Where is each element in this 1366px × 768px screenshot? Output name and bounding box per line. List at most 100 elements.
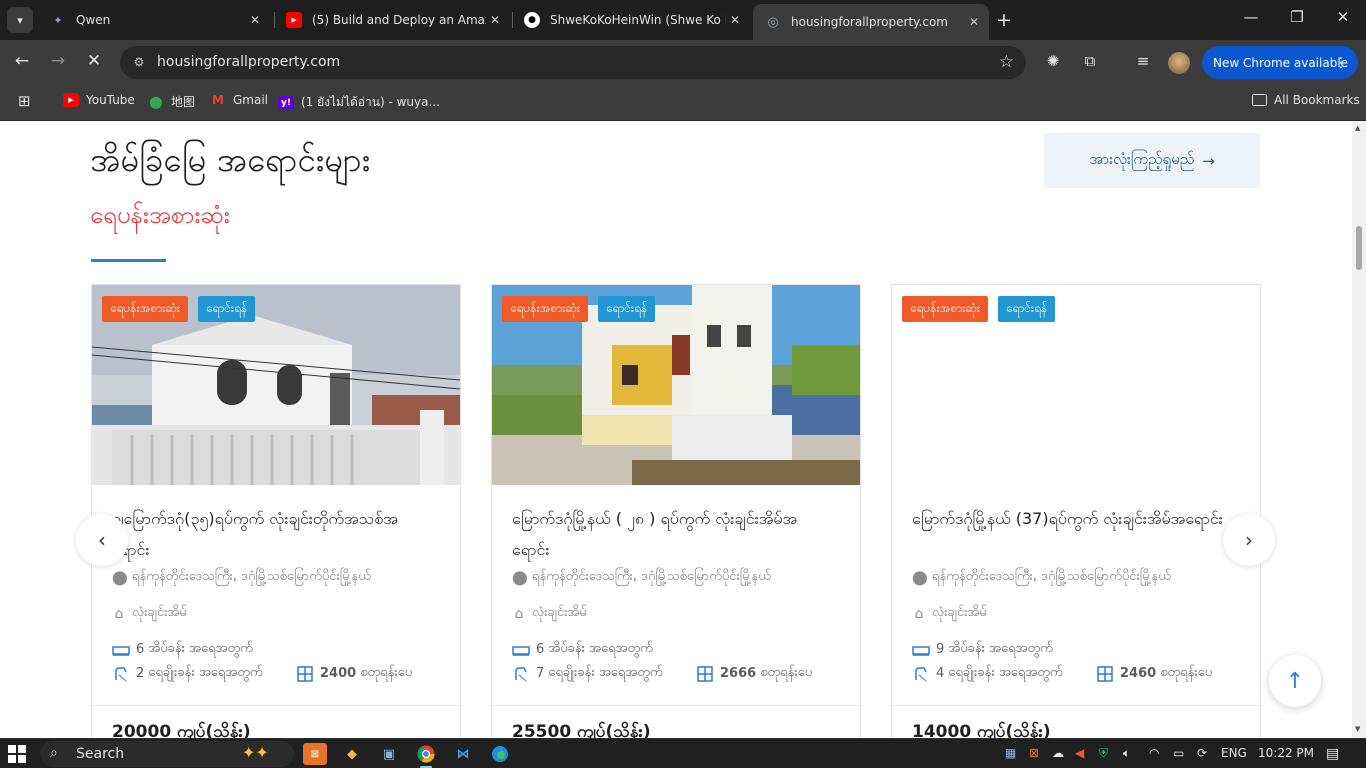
listing-card[interactable]: ရေပန်းအစားဆုံး ရောင်းရန် ချမြောက်ဒဂုံ(၃၅…	[91, 284, 461, 738]
popular-badge[interactable]: ရေပန်းအစားဆုံး	[102, 296, 188, 322]
location-text: ရန်ကုန်တိုင်းဒေသကြီး, ဒဂုံမြို့သစ်မြောက်…	[132, 569, 371, 584]
minimize-button[interactable]: —	[1228, 8, 1274, 26]
page-scrollbar[interactable]: ▲ ▼	[1352, 121, 1366, 738]
bathroom-label: ရေချိုးခန်း အရေအတွက်	[148, 665, 263, 680]
popular-badge[interactable]: ရေပန်းအစားဆုံး	[502, 296, 588, 322]
location-text: ရန်ကုန်တိုင်းဒေသကြီး, ဒဂုံမြို့သစ်မြောက်…	[932, 569, 1171, 584]
area-value: 2666	[720, 666, 757, 681]
apps-grid-icon[interactable]: ⊞	[18, 92, 31, 110]
address-bar[interactable]: ⚙ housingforallproperty.com ☆	[120, 46, 1026, 79]
language-indicator[interactable]: ENG	[1221, 746, 1247, 760]
vscode-icon[interactable]: ⋈	[451, 743, 475, 765]
taskbar-search[interactable]: ⌕ Search ✦✦	[40, 741, 294, 767]
scroll-up-arrow-icon[interactable]: ▲	[1355, 124, 1360, 132]
notification-icon[interactable]: ▤	[1326, 746, 1339, 762]
bookmark-maps[interactable]: ⬤ 地图	[148, 93, 195, 110]
tab-youtube[interactable]: ▶ (5) Build and Deploy an Amazin ✕	[274, 4, 510, 36]
area-feature: 2460 စတုရန်းပေ	[1096, 664, 1212, 683]
listing-title[interactable]: ချမြောက်ဒဂုံ(၃၅)ရပ်ကွက် လုံးချင်းတိုက်အသ…	[112, 503, 432, 565]
stop-loading-button[interactable]: ✕	[82, 51, 106, 71]
wifi-icon[interactable]: ◠	[1149, 746, 1159, 760]
tray-app-icon[interactable]: ⊠	[1029, 746, 1039, 760]
bedroom-label: အိပ်ခန်း အရေအတွက်	[548, 641, 653, 656]
close-tab-icon[interactable]: ✕	[486, 13, 504, 27]
restore-button[interactable]: ❐	[1274, 8, 1320, 26]
menu-dots-icon[interactable]: ⋮	[1334, 55, 1348, 71]
tray-app-icon[interactable]: ▦	[1005, 746, 1016, 760]
area-value: 2400	[320, 666, 357, 681]
carousel-next-button[interactable]: ›	[1223, 514, 1275, 566]
security-shield-icon[interactable]: ⛨	[1099, 746, 1108, 761]
bathrooms-feature: 4 ရေချိုးခန်း အရေအတွက်	[912, 664, 1063, 683]
media-control-icon[interactable]: ≡	[1132, 52, 1154, 70]
listing-title[interactable]: မြောက်ဒဂုံမြို့နယ် ( ၂၈ ) ရပ်ကွက် လုံးချ…	[512, 503, 832, 565]
all-bookmarks-button[interactable]: All Bookmarks	[1252, 93, 1360, 107]
close-tab-icon[interactable]: ✕	[965, 15, 983, 29]
listing-photo[interactable]: ရေပန်းအစားဆုံး ရောင်းရန်	[92, 285, 460, 485]
bookmark-label: 地图	[171, 95, 196, 109]
bathrooms-feature: 2 ရေချိုးခန်း အရေအတွက်	[112, 664, 263, 683]
for-sale-badge[interactable]: ရောင်းရန်	[197, 296, 256, 322]
onedrive-icon[interactable]: ☁	[1052, 746, 1064, 760]
extension-icon[interactable]: ✺	[1042, 52, 1064, 70]
refresh-icon[interactable]: ⟳	[1197, 746, 1207, 760]
url-text[interactable]: housingforallproperty.com	[157, 54, 340, 70]
extensions-puzzle-icon[interactable]: ⧉	[1079, 52, 1101, 70]
bookmarks-bar: ⊞ ▶ YouTube ⬤ 地图 M Gmail y! (1 ยังไม่ได้…	[0, 85, 1366, 121]
listing-title[interactable]: မြောက်ဒဂုံမြို့နယ် (37)ရပ်ကွက် လုံးချင်း…	[912, 503, 1232, 534]
edge-icon[interactable]	[488, 743, 512, 765]
listing-card[interactable]: ရေပန်းအစားဆုံး ရောင်းရန် မြောက်ဒဂုံမြို့…	[491, 284, 861, 738]
bed-icon	[112, 643, 130, 657]
listing-card[interactable]: ရေပန်းအစားဆုံး ရောင်းရန် မြောက်ဒဂုံမြို့…	[891, 284, 1261, 738]
desktop-app-icon[interactable]: ▣	[377, 743, 401, 765]
bookmark-gmail[interactable]: M Gmail	[210, 93, 268, 107]
listing-photo[interactable]: ရေပန်းအစားဆုံး ရောင်းရန်	[492, 285, 860, 485]
bookmark-star-icon[interactable]: ☆	[999, 52, 1014, 72]
listing-price: 20000 ကျပ်(သိန်း)	[112, 722, 251, 738]
for-sale-badge[interactable]: ရောင်းရန်	[597, 296, 656, 322]
forward-button[interactable]: →	[46, 51, 70, 71]
volume-icon[interactable]: 🔈︎	[1123, 746, 1130, 761]
browser-toolbar: ← → ✕ ⚙ housingforallproperty.com ☆ ✺ ⧉ …	[0, 40, 1366, 85]
new-tab-button[interactable]: +	[996, 9, 1012, 31]
app-icon-1[interactable]: ⊠	[303, 743, 327, 765]
home-icon: ⌂	[114, 605, 124, 622]
youtube-icon: ▶	[286, 12, 302, 28]
battery-icon[interactable]: ▭	[1173, 746, 1184, 760]
floorplan-icon	[1096, 665, 1114, 682]
bookmark-yahoo[interactable]: y! (1 ยังไม่ได้อ่าน) - wuya...	[278, 93, 440, 112]
area-unit: စတုရန်းပေ	[760, 665, 813, 680]
tab-housingforall[interactable]: ◎ housingforallproperty.com ✕	[753, 4, 989, 40]
scrollbar-thumb[interactable]	[1356, 226, 1362, 270]
listing-type: ⌂ လုံးချင်းအိမ်	[912, 604, 987, 623]
bookmark-youtube[interactable]: ▶ YouTube	[63, 93, 135, 107]
tab-qwen[interactable]: ✦ Qwen ✕	[38, 4, 270, 36]
listing-location: ⬤ ရန်ကုန်တိုင်းဒေသကြီး, ဒဂုံမြို့သစ်မြော…	[512, 568, 771, 587]
shower-icon	[912, 666, 930, 681]
chrome-taskbar-icon[interactable]	[414, 743, 438, 768]
view-all-button[interactable]: အားလုံးကြည့်ရှုမည် →	[1044, 133, 1260, 188]
file-explorer-icon[interactable]: ◆	[340, 743, 364, 765]
carousel-prev-button[interactable]: ‹	[76, 514, 128, 566]
tab-github[interactable]: ● ShweKoKoHeinWin (Shwe Ko K ✕	[512, 4, 750, 36]
back-button[interactable]: ←	[10, 51, 34, 71]
listing-photo[interactable]: ရေပန်းအစားဆုံး ရောင်းရန်	[892, 285, 1260, 485]
windows-start-button[interactable]	[8, 745, 26, 763]
tab-search-button[interactable]: ▾	[7, 7, 33, 33]
profile-avatar[interactable]	[1168, 52, 1190, 74]
area-unit: စတုရန်းပေ	[1160, 665, 1213, 680]
close-tab-icon[interactable]: ✕	[246, 13, 264, 27]
close-tab-icon[interactable]: ✕	[726, 13, 744, 27]
new-chrome-available-button[interactable]: New Chrome available ⋮	[1202, 46, 1358, 79]
popular-badge[interactable]: ရေပန်းအစားဆုံး	[902, 296, 988, 322]
shower-icon	[112, 666, 130, 681]
tray-app-icon[interactable]: ◀	[1075, 746, 1084, 760]
for-sale-badge[interactable]: ရောင်းရန်	[997, 296, 1056, 322]
clock[interactable]: 10:22 PM	[1258, 746, 1314, 760]
close-window-button[interactable]: ✕	[1320, 8, 1366, 26]
tab-title: housingforallproperty.com	[791, 15, 948, 29]
scroll-down-arrow-icon[interactable]: ▼	[1355, 725, 1360, 733]
site-info-icon[interactable]: ⚙	[130, 53, 148, 71]
bedroom-label: အိပ်ခန်း အရေအတွက်	[948, 641, 1053, 656]
back-to-top-button[interactable]: ↑	[1269, 655, 1321, 707]
